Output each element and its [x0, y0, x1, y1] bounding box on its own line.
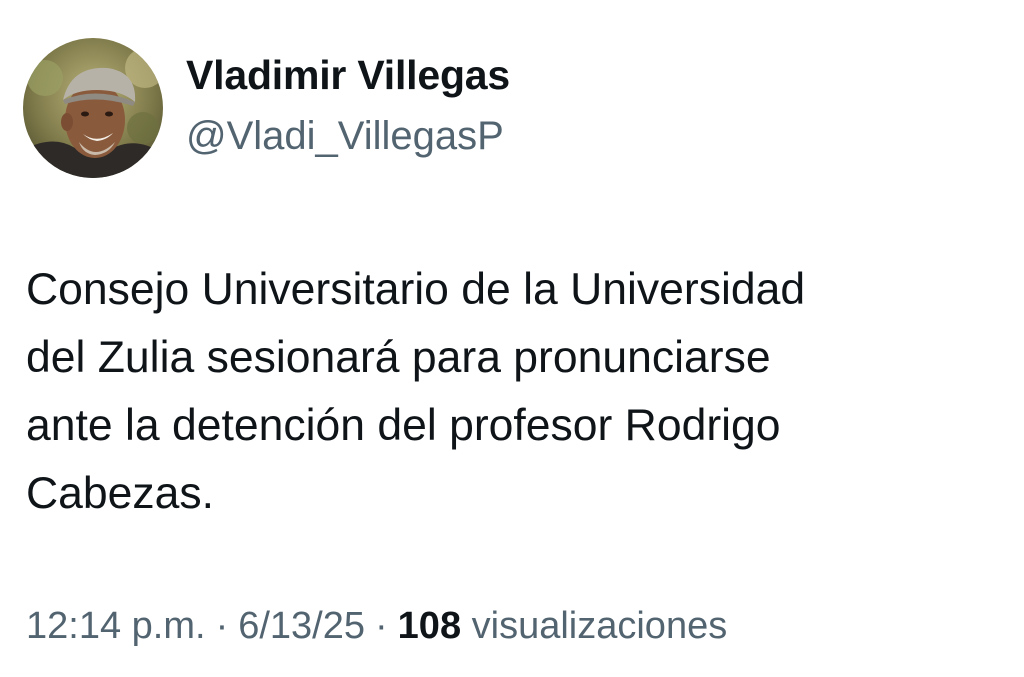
meta-separator: ·: [215, 605, 229, 647]
tweet-card: Vladimir Villegas @Vladi_VillegasP Conse…: [0, 0, 1024, 677]
author-handle[interactable]: @Vladi_VillegasP: [186, 114, 504, 159]
views-count: 108: [397, 605, 462, 647]
tweet-date[interactable]: 6/13/25: [238, 605, 365, 647]
tweet-meta: 12:14 p.m. · 6/13/25 · 108 visualizaciones: [26, 605, 727, 648]
avatar[interactable]: [23, 38, 163, 178]
views-label: visualizaciones: [471, 605, 728, 647]
author-display-name[interactable]: Vladimir Villegas: [186, 52, 510, 99]
tweet-time[interactable]: 12:14 p.m.: [26, 605, 206, 647]
tweet-text: Consejo Universitario de la Universidad …: [26, 265, 806, 518]
meta-separator: ·: [375, 605, 388, 647]
avatar-photo: [23, 38, 163, 178]
